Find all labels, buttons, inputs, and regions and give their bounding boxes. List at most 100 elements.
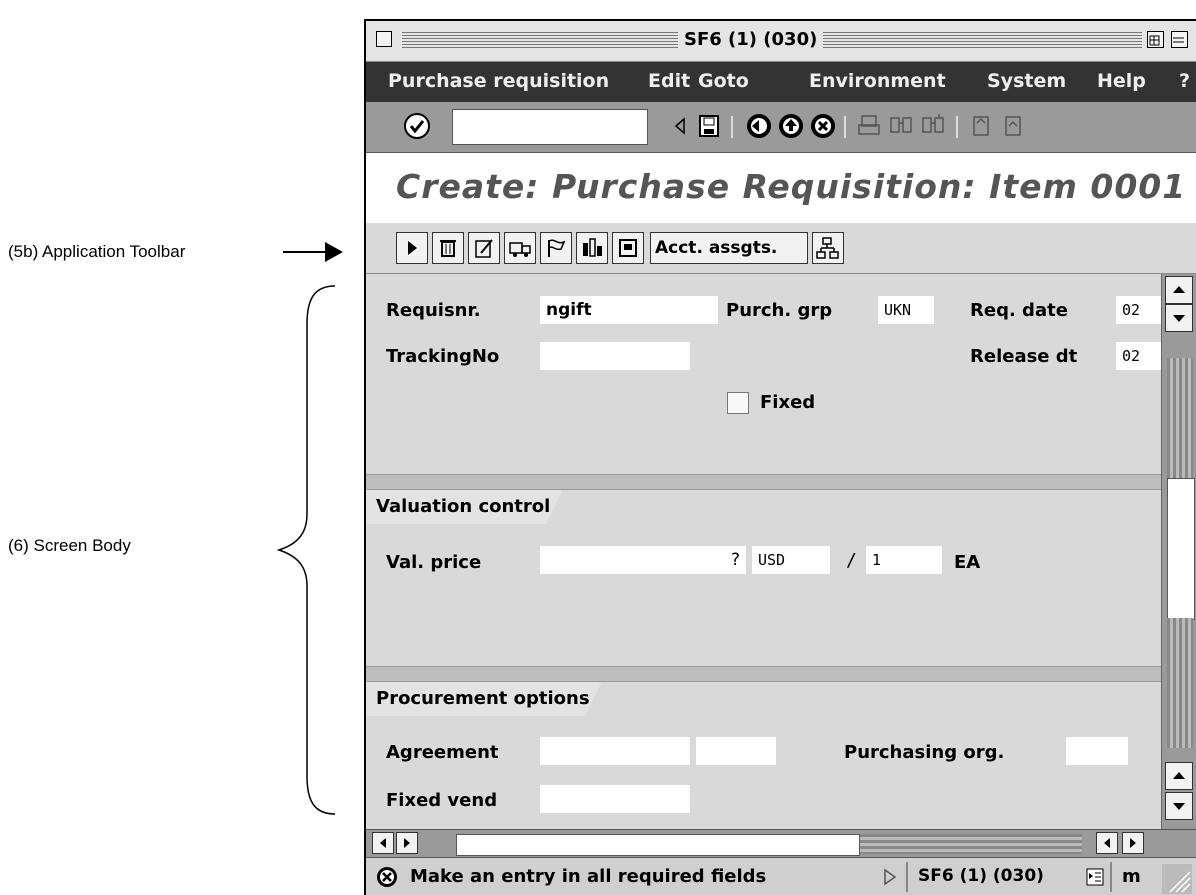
edit-button[interactable]	[468, 232, 500, 264]
h-scroll-thumb[interactable]	[456, 834, 860, 856]
arrow-down-icon	[1173, 315, 1185, 322]
command-field[interactable]	[452, 109, 648, 145]
close-box-icon[interactable]	[376, 31, 392, 47]
menu-edit[interactable]: Edit	[648, 70, 690, 92]
page-title: Create: Purchase Requisition: Item 0001	[396, 167, 1187, 206]
screen-button[interactable]	[612, 232, 644, 264]
procurement-options-tab: Procurement options	[366, 682, 630, 716]
delete-button[interactable]	[432, 232, 464, 264]
collapse-box-icon[interactable]	[1171, 31, 1188, 48]
first-page-icon[interactable]	[968, 113, 994, 139]
exit-icon[interactable]	[778, 113, 804, 139]
next-item-button[interactable]	[396, 232, 428, 264]
menu-system[interactable]: System	[987, 70, 1066, 92]
title-bar[interactable]: SF6 (1) (030)	[366, 21, 1196, 62]
fixed-checkbox[interactable]	[727, 392, 749, 414]
price-unit-field[interactable]: 1	[866, 546, 942, 574]
triangle-right-icon[interactable]	[882, 868, 898, 886]
valuation-control-tab: Valuation control	[366, 490, 590, 524]
val-price-field[interactable]: ?	[540, 546, 746, 574]
section-separator	[366, 474, 1161, 490]
arrow-right-icon	[1130, 838, 1136, 848]
chart-button[interactable]	[576, 232, 608, 264]
scroll-right-button[interactable]	[396, 832, 418, 854]
find-next-icon[interactable]	[920, 113, 946, 139]
arrow-left-icon	[380, 838, 386, 848]
scroll-up-button-2[interactable]	[1165, 762, 1193, 790]
acct-assgts-button[interactable]: Acct. assgts.	[650, 232, 808, 264]
scroll-down-button-2[interactable]	[1165, 792, 1193, 820]
curly-brace-icon	[276, 285, 336, 815]
arrow-up-icon	[1173, 286, 1185, 293]
scroll-right-button-2[interactable]	[1122, 832, 1144, 854]
flag-button[interactable]	[540, 232, 572, 264]
separator	[956, 116, 958, 138]
purchasing-org-field[interactable]	[1066, 737, 1128, 765]
menu-help[interactable]: Help	[1097, 70, 1146, 92]
session-info: SF6 (1) (030)	[918, 866, 1044, 886]
scroll-down-button[interactable]	[1165, 304, 1193, 332]
status-message[interactable]: Make an entry in all required fields	[410, 866, 766, 887]
menu-goto[interactable]: Goto	[698, 70, 749, 92]
req-date-field[interactable]: 02	[1116, 296, 1161, 324]
edit-icon	[475, 239, 493, 258]
prev-page-icon[interactable]	[1000, 113, 1026, 139]
chart-icon	[583, 238, 602, 257]
cancel-icon[interactable]	[810, 113, 836, 139]
h-scroll-track[interactable]	[860, 834, 1082, 854]
horizontal-scrollbar[interactable]	[366, 829, 1196, 858]
fixed-vend-label: Fixed vend	[386, 790, 498, 811]
agreement-label: Agreement	[386, 742, 499, 763]
agreement-item-field[interactable]	[696, 737, 776, 765]
agreement-field[interactable]	[540, 737, 690, 765]
scroll-track[interactable]	[1167, 358, 1193, 478]
separator	[844, 116, 846, 138]
find-icon[interactable]	[888, 113, 914, 139]
arrow-right-icon	[404, 838, 410, 848]
zoom-box-icon[interactable]	[1147, 31, 1164, 48]
menu-purchase-requisition[interactable]: Purchase requisition	[388, 70, 644, 92]
print-icon[interactable]	[856, 113, 882, 139]
status-extra: m	[1122, 866, 1141, 887]
scroll-thumb[interactable]	[1167, 478, 1195, 620]
tracking-field[interactable]	[540, 342, 690, 370]
arrow-down-icon	[1173, 803, 1185, 810]
trash-icon	[440, 240, 456, 257]
arrow-up-icon	[1173, 772, 1185, 779]
purch-grp-field[interactable]: UKN	[878, 296, 934, 324]
fixed-label: Fixed	[760, 392, 816, 413]
vertical-scrollbar[interactable]	[1161, 274, 1196, 829]
resize-grip-icon[interactable]	[1162, 864, 1192, 894]
back-arrow-icon[interactable]	[668, 113, 694, 139]
val-price-label: Val. price	[386, 552, 482, 573]
scroll-track[interactable]	[1167, 618, 1193, 748]
screen-header: Create: Purchase Requisition: Item 0001	[366, 153, 1196, 223]
window-title: SF6 (1) (030)	[678, 29, 824, 50]
save-icon[interactable]	[696, 113, 722, 139]
release-date-label: Release dt	[970, 346, 1078, 367]
menu-environment[interactable]: Environment	[809, 70, 946, 92]
enter-icon[interactable]	[404, 113, 430, 139]
hierarchy-button[interactable]	[812, 232, 844, 264]
scroll-left-button[interactable]	[372, 832, 394, 854]
release-date-field[interactable]: 02	[1116, 342, 1161, 370]
system-toolbar	[366, 102, 1196, 153]
scroll-left-button-2[interactable]	[1096, 832, 1118, 854]
list-icon[interactable]	[1086, 868, 1104, 886]
truck-button[interactable]	[504, 232, 536, 264]
screen-icon	[619, 239, 637, 257]
requisnr-field[interactable]: ngift	[540, 296, 718, 324]
currency-field[interactable]: USD	[752, 546, 830, 574]
annotation-application-toolbar: (5b) Application Toolbar	[8, 242, 186, 261]
menu-question[interactable]: ?	[1179, 70, 1190, 92]
separator	[906, 862, 908, 892]
back-icon[interactable]	[746, 113, 772, 139]
separator	[1110, 862, 1112, 892]
scroll-up-button[interactable]	[1165, 276, 1193, 304]
per-separator: /	[846, 550, 857, 571]
fixed-vend-field[interactable]	[540, 785, 690, 813]
screen-body: Requisnr. ngift Purch. grp UKN Req. date…	[366, 274, 1161, 829]
tracking-label: TrackingNo	[386, 346, 500, 367]
arrow-icon	[283, 242, 343, 262]
separator	[731, 116, 733, 138]
